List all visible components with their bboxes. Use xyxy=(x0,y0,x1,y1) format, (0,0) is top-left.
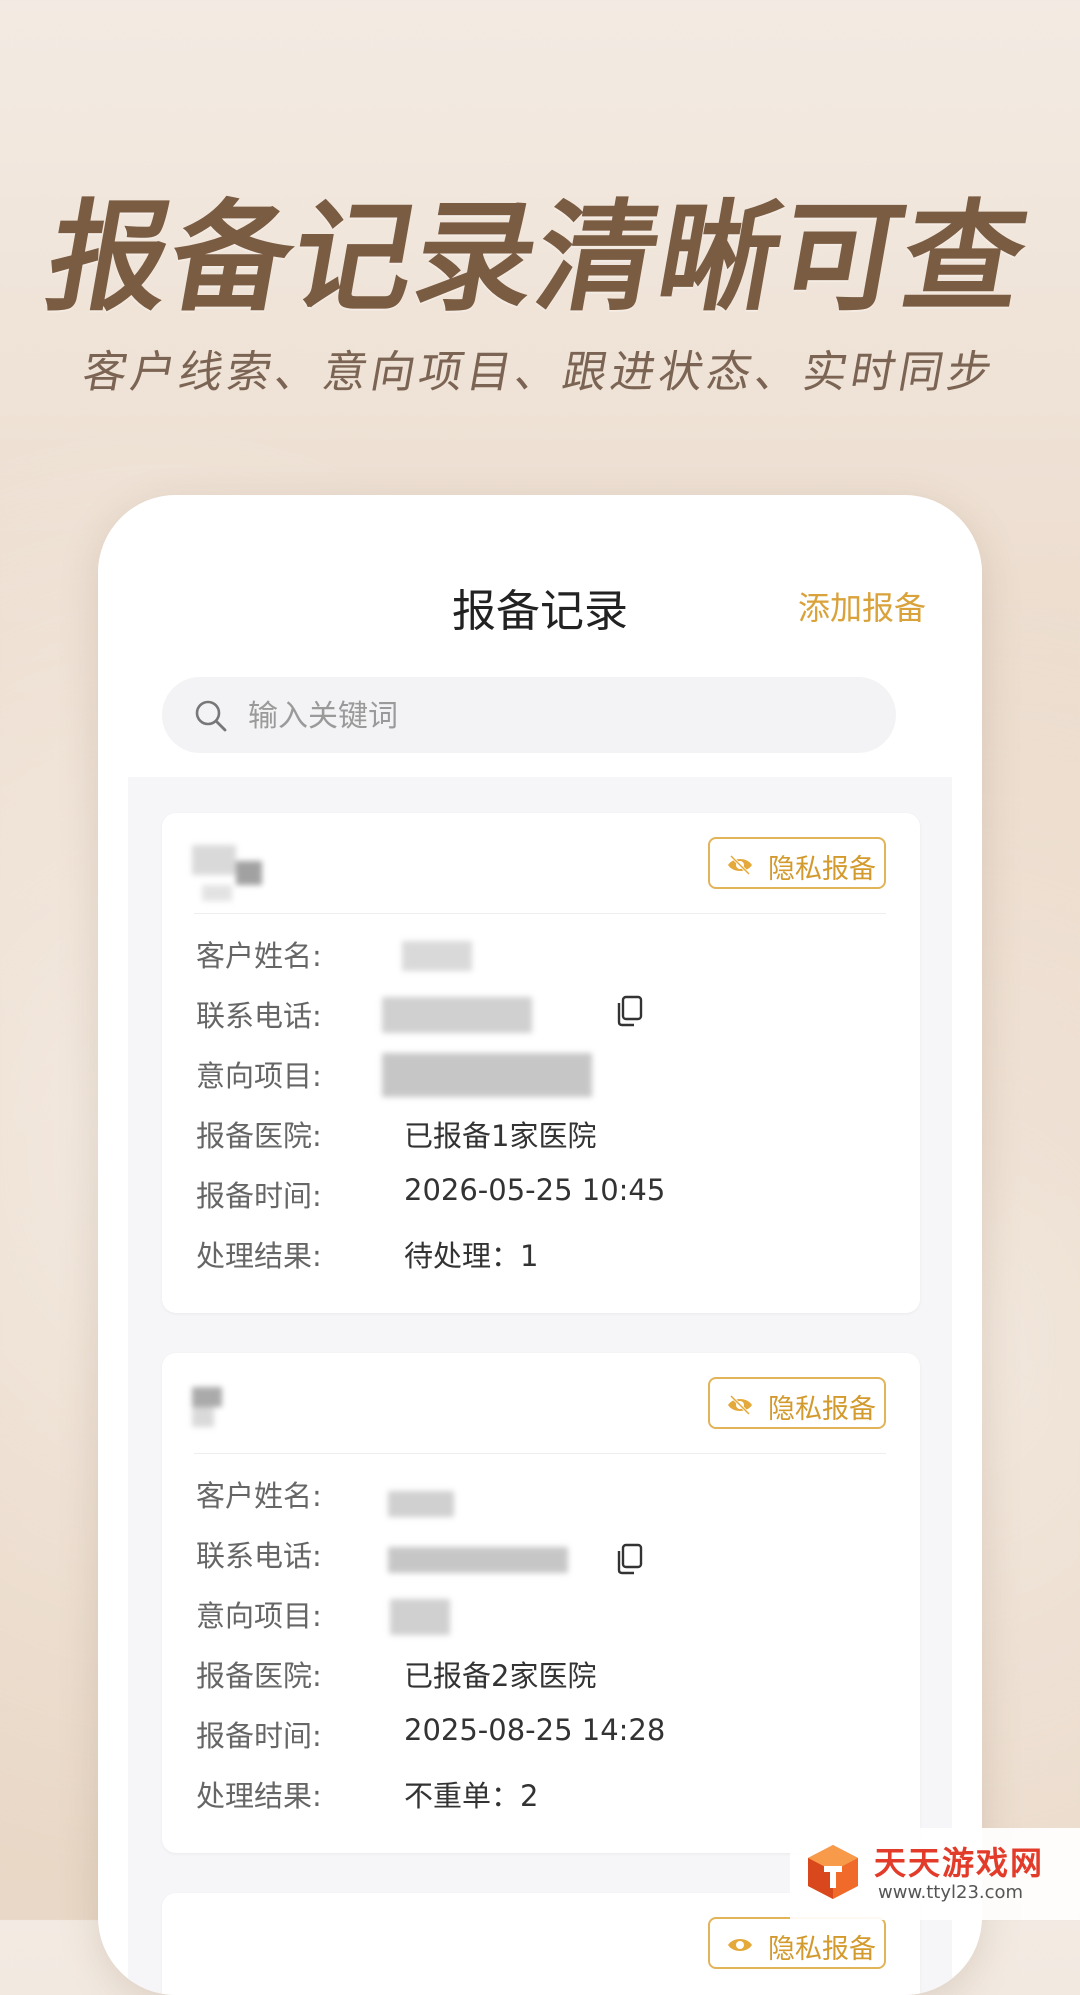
label-phone: 联系电话: xyxy=(196,999,322,1033)
divider xyxy=(194,1453,886,1454)
label-phone: 联系电话: xyxy=(196,1539,322,1573)
record-card[interactable]: 隐私报备 客户姓名: 联系电话: 意向项目: 报备医院: 已报备2家医院 报备时… xyxy=(162,1353,920,1853)
label-intended-project: 意向项目: xyxy=(196,1599,322,1633)
value-hospital: 已报备1家医院 xyxy=(404,1119,597,1153)
value-time: 2026-05-25 10:45 xyxy=(404,1173,666,1207)
value-result: 待处理：1 xyxy=(404,1239,539,1273)
search-bar[interactable] xyxy=(162,677,896,755)
label-customer-name: 客户姓名: xyxy=(196,939,322,973)
nav-bar: 报备记录 添加报备 xyxy=(98,495,982,695)
label-time: 报备时间: xyxy=(196,1719,322,1753)
label-result: 处理结果: xyxy=(196,1239,322,1273)
label-intended-project: 意向项目: xyxy=(196,1059,322,1093)
hero-title: 报备记录清晰可查 xyxy=(37,189,1039,328)
search-icon xyxy=(195,700,227,732)
eye-off-icon xyxy=(728,1939,752,1951)
private-report-badge[interactable]: 隐私报备 xyxy=(708,1377,886,1429)
search-input[interactable] xyxy=(246,677,850,755)
watermark-url: www.ttyl23.com xyxy=(878,1882,1024,1903)
redacted-phone xyxy=(382,997,532,1033)
phone-mockup: 报备记录 添加报备 隐私报备 客户姓名: xyxy=(98,495,982,1995)
watermark-name: 天天游戏网 xyxy=(874,1844,1045,1882)
add-report-button[interactable]: 添加报备 xyxy=(798,583,926,629)
label-hospital: 报备医院: xyxy=(196,1659,322,1693)
redacted-name-header xyxy=(192,1387,242,1427)
divider xyxy=(194,913,886,914)
value-result: 不重单：2 xyxy=(404,1779,539,1813)
label-time: 报备时间: xyxy=(196,1179,322,1213)
value-time: 2025-08-25 14:28 xyxy=(404,1713,666,1747)
redacted-project xyxy=(390,1599,450,1635)
private-report-badge[interactable]: 隐私报备 xyxy=(708,1917,886,1969)
redacted-customer-name xyxy=(388,1491,454,1517)
copy-icon[interactable] xyxy=(614,1543,644,1575)
badge-label: 隐私报备 xyxy=(768,854,876,885)
cube-logo-icon xyxy=(808,1845,858,1899)
label-hospital: 报备医院: xyxy=(196,1119,322,1153)
redacted-customer-name xyxy=(402,941,472,971)
record-card[interactable]: 隐私报备 客户姓名: 联系电话: 意向项目: 报备医院: 已报备1家医院 报备时… xyxy=(162,813,920,1313)
hero-subtitle: 客户线索、意向项目、跟进状态、实时同步 xyxy=(78,347,1000,398)
label-result: 处理结果: xyxy=(196,1779,322,1813)
site-watermark: 天天游戏网 www.ttyl23.com xyxy=(790,1828,1080,1920)
private-report-badge[interactable]: 隐私报备 xyxy=(708,837,886,889)
redacted-project xyxy=(382,1053,592,1097)
eye-off-icon xyxy=(728,854,752,876)
redacted-name-header xyxy=(192,845,262,901)
value-hospital: 已报备2家医院 xyxy=(404,1659,597,1693)
eye-off-icon xyxy=(728,1394,752,1416)
redacted-phone xyxy=(388,1547,568,1573)
copy-icon[interactable] xyxy=(614,995,644,1027)
label-customer-name: 客户姓名: xyxy=(196,1479,322,1513)
badge-label: 隐私报备 xyxy=(768,1934,876,1965)
badge-label: 隐私报备 xyxy=(768,1394,876,1425)
